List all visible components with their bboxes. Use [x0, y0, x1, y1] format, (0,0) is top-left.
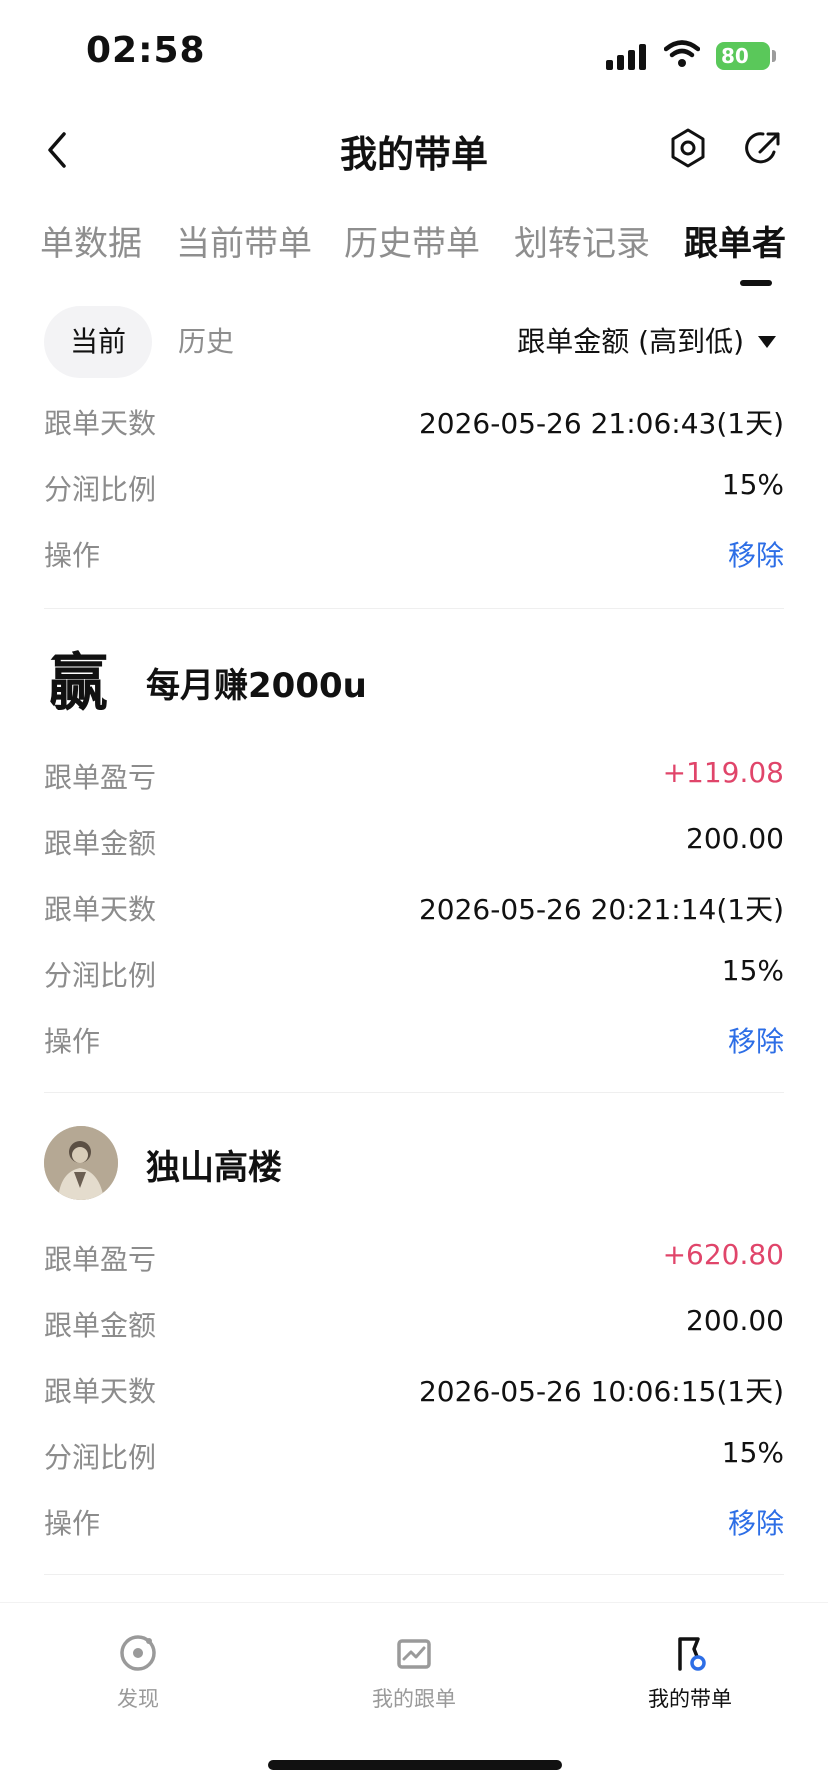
row-label: 分润比例 [44, 959, 157, 992]
share-button[interactable] [744, 126, 784, 170]
follower-name[interactable]: 独山高楼 [146, 1140, 282, 1189]
caret-down-icon [758, 336, 776, 348]
row-value: 200.00 [686, 822, 784, 855]
settings-button[interactable] [668, 126, 708, 170]
divider [44, 1092, 784, 1093]
row-label: 跟单天数 [44, 1375, 157, 1408]
remove-button[interactable]: 移除 [728, 1020, 784, 1060]
pnl-value: +119.08 [662, 756, 784, 789]
avatar-glyph: 赢 [46, 646, 108, 718]
wifi-icon [664, 40, 700, 67]
row-value: 2026-05-26 21:06:43(1天) [418, 407, 784, 440]
row-value: 15% [721, 954, 784, 987]
remove-button[interactable]: 移除 [728, 534, 784, 574]
person-photo-icon [44, 1126, 118, 1200]
row-value: 2026-05-26 20:21:14(1天) [418, 893, 784, 926]
header: 我的带单 [0, 110, 828, 190]
follower-days-row: 跟单天数 2026-05-26 21:06:43(1天) [44, 396, 784, 446]
remove-button[interactable]: 移除 [728, 1502, 784, 1542]
battery-level: 80 [716, 42, 770, 70]
follower-ratio-row: 分润比例 15% [44, 948, 784, 998]
discover-icon [120, 1635, 156, 1671]
follower-pnl-row: 跟单盈亏 +620.80 [44, 1232, 784, 1282]
follower-action-row: 操作 移除 [44, 1496, 784, 1546]
follower-pnl-row: 跟单盈亏 +119.08 [44, 750, 784, 800]
follower-action-row: 操作 移除 [44, 528, 784, 578]
avatar: 赢 [44, 644, 118, 718]
follower-amount-row: 跟单金额 200.00 [44, 1298, 784, 1348]
calligraphy-avatar-icon: 赢 [46, 646, 108, 718]
signal-icon [606, 44, 646, 70]
battery-tip [772, 50, 776, 62]
flag-icon [678, 1637, 706, 1671]
row-label: 分润比例 [44, 1441, 157, 1474]
tab-history-orders[interactable]: 历史带单 [344, 216, 480, 265]
row-label: 操作 [44, 539, 101, 572]
nav-my-copy[interactable]: 我的跟单 [344, 1631, 484, 1713]
row-label: 跟单天数 [44, 407, 157, 440]
tab-data[interactable]: 单数据 [40, 216, 142, 265]
row-value: 200.00 [686, 1304, 784, 1337]
pnl-value: +620.80 [662, 1238, 784, 1271]
row-label: 操作 [44, 1025, 101, 1058]
filter-current[interactable]: 当前 [44, 306, 152, 378]
tab-indicator [740, 280, 772, 286]
nav-my-lead[interactable]: 我的带单 [620, 1631, 760, 1713]
row-value: 15% [721, 468, 784, 501]
status-bar: 02:58 80 [0, 0, 828, 110]
tab-current-orders[interactable]: 当前带单 [176, 216, 312, 265]
nav-label: 我的带单 [648, 1687, 732, 1711]
divider [44, 1574, 784, 1575]
row-value: 15% [721, 1436, 784, 1469]
follower-ratio-row: 分润比例 15% [44, 462, 784, 512]
sort-dropdown[interactable]: 跟单金额 (高到低) [517, 306, 776, 378]
tab-transfer-records[interactable]: 划转记录 [514, 216, 650, 265]
follower-days-row: 跟单天数 2026-05-26 20:21:14(1天) [44, 882, 784, 932]
row-label: 跟单金额 [44, 827, 157, 860]
follower-amount-row: 跟单金额 200.00 [44, 816, 784, 866]
follower-name[interactable]: 每月赚2000u [146, 658, 367, 707]
filter-history[interactable]: 历史 [178, 306, 234, 378]
follower-days-row: 跟单天数 2026-05-26 10:06:15(1天) [44, 1364, 784, 1414]
row-label: 跟单金额 [44, 1309, 157, 1342]
row-label: 跟单盈亏 [44, 1243, 157, 1276]
divider [44, 608, 784, 609]
follower-action-row: 操作 移除 [44, 1014, 784, 1064]
sort-label: 跟单金额 (高到低) [517, 325, 744, 358]
share-icon [745, 132, 780, 164]
tab-bar: 单数据 当前带单 历史带单 划转记录 跟单者 [0, 210, 828, 290]
row-label: 跟单盈亏 [44, 761, 157, 794]
chart-icon [397, 1639, 431, 1669]
row-label: 跟单天数 [44, 893, 157, 926]
nav-label: 发现 [117, 1687, 159, 1711]
row-value: 2026-05-26 10:06:15(1天) [418, 1375, 784, 1408]
home-indicator[interactable] [268, 1760, 562, 1770]
nav-label: 我的跟单 [372, 1687, 456, 1711]
follower-ratio-row: 分润比例 15% [44, 1430, 784, 1480]
avatar [44, 1126, 118, 1200]
row-label: 操作 [44, 1507, 101, 1540]
hexagon-settings-icon [671, 128, 705, 168]
status-time: 02:58 [86, 30, 206, 71]
row-label: 分润比例 [44, 473, 157, 506]
tab-followers[interactable]: 跟单者 [684, 216, 786, 265]
nav-discover[interactable]: 发现 [68, 1631, 208, 1713]
